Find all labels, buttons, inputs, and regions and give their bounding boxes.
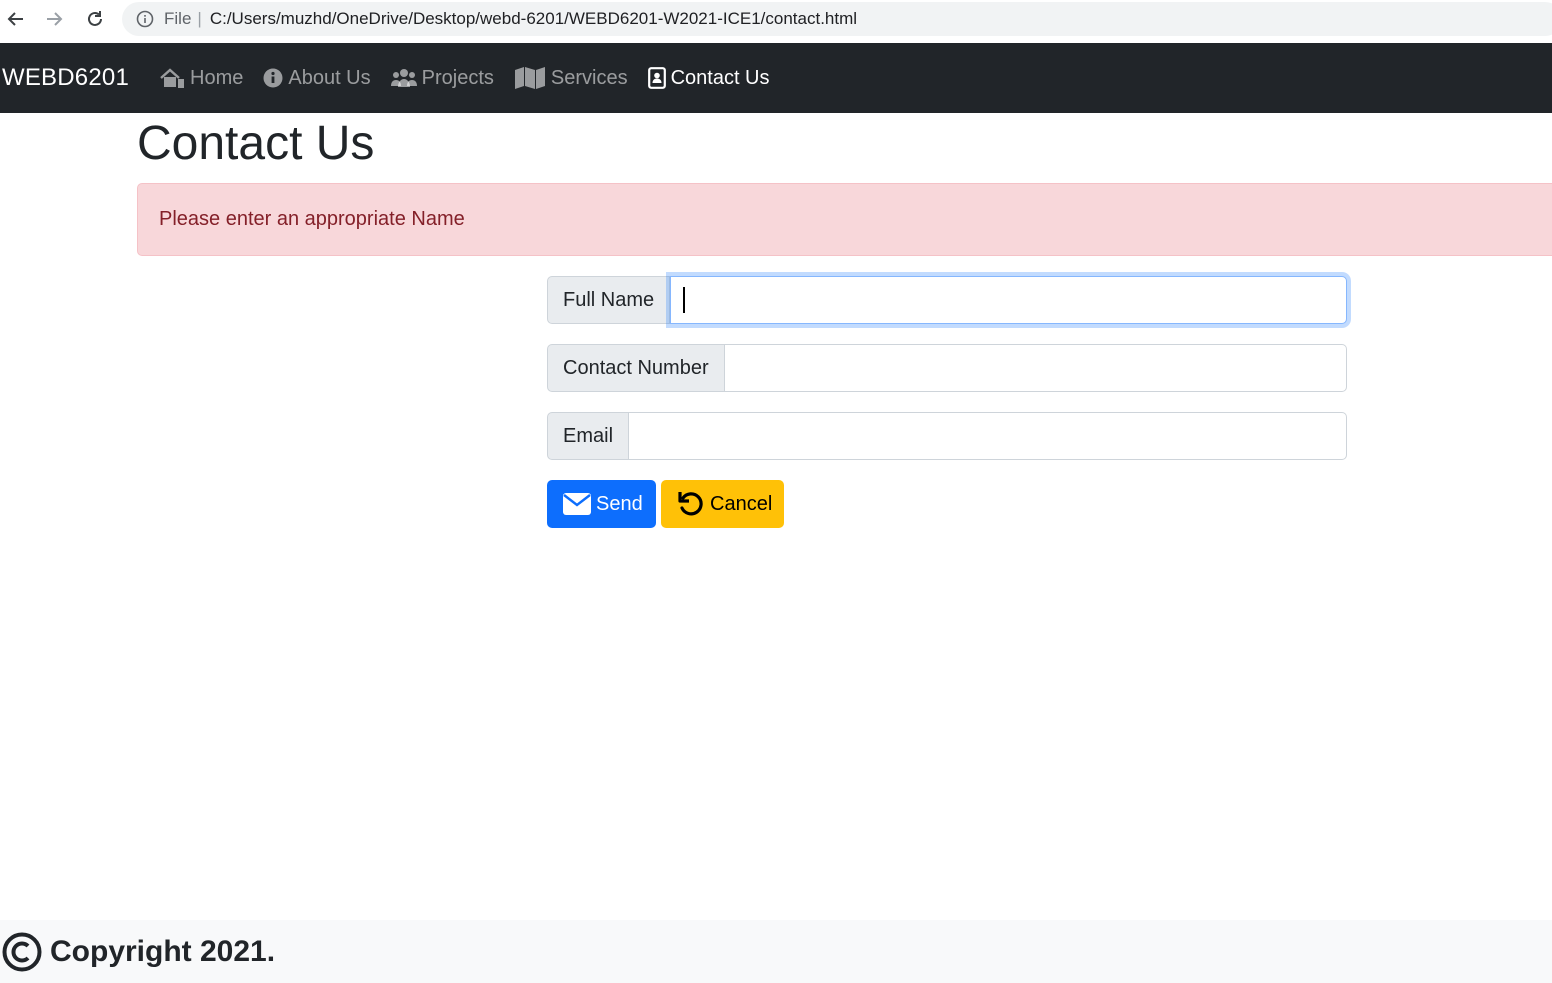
envelope-icon <box>563 493 591 515</box>
nav-link-label: Projects <box>421 66 494 89</box>
arrow-left-icon <box>7 12 23 26</box>
navbar-brand[interactable]: WEBD6201 <box>2 64 129 92</box>
forward-button[interactable] <box>34 0 74 38</box>
nav-link-about[interactable]: About Us <box>263 58 371 98</box>
reload-icon <box>88 11 102 26</box>
page-footer: Copyright 2021. <box>0 920 1552 983</box>
nav-links: Home About Us Projects Services Contact … <box>149 58 780 98</box>
undo-icon <box>677 490 705 518</box>
email-label: Email <box>547 412 630 460</box>
contact-number-group: Contact Number <box>547 344 1347 392</box>
map-icon <box>514 66 546 90</box>
error-alert: Please enter an appropriate Name <box>137 183 1552 256</box>
address-separator: | <box>197 9 202 28</box>
send-label: Send <box>596 492 643 515</box>
text-cursor <box>683 287 685 313</box>
users-cog-icon <box>390 68 417 88</box>
full-name-input[interactable] <box>670 276 1347 324</box>
nav-link-label: About Us <box>288 66 371 89</box>
nav-link-projects[interactable]: Projects <box>390 58 494 98</box>
form-buttons: Send Cancel <box>547 480 1347 528</box>
arrow-right-icon <box>47 12 63 26</box>
full-name-label: Full Name <box>547 276 671 324</box>
nav-link-contact[interactable]: Contact Us <box>647 58 770 98</box>
site-navbar: WEBD6201 Home About Us Projects Services <box>0 43 1552 113</box>
alert-message: Please enter an appropriate Name <box>159 208 465 230</box>
contact-book-icon <box>647 67 666 89</box>
copyright-icon <box>2 932 42 972</box>
send-button[interactable]: Send <box>547 480 656 528</box>
home-icon <box>159 67 185 89</box>
browser-toolbar: File | C:/Users/muzhd/OneDrive/Desktop/w… <box>0 0 1552 42</box>
cancel-label: Cancel <box>710 492 773 515</box>
page-title: Contact Us <box>137 117 375 170</box>
email-group: Email <box>547 412 1347 460</box>
reload-button[interactable] <box>75 0 115 38</box>
nav-link-services[interactable]: Services <box>514 58 628 98</box>
full-name-group: Full Name <box>547 276 1347 324</box>
nav-link-home[interactable]: Home <box>159 58 243 98</box>
email-input[interactable] <box>629 412 1347 460</box>
info-icon[interactable] <box>136 10 154 28</box>
back-button[interactable] <box>0 0 36 38</box>
address-bar[interactable]: File | C:/Users/muzhd/OneDrive/Desktop/w… <box>122 2 1552 36</box>
info-circle-icon <box>263 68 283 88</box>
nav-link-label: Contact Us <box>670 66 770 89</box>
url-text[interactable]: C:/Users/muzhd/OneDrive/Desktop/webd-620… <box>210 9 857 29</box>
nav-link-label: Services <box>550 66 628 89</box>
contact-number-label: Contact Number <box>547 344 725 392</box>
cancel-button[interactable]: Cancel <box>661 480 784 528</box>
copyright-text: Copyright 2021. <box>50 934 276 968</box>
contact-form: Full Name Contact Number Email Send Canc… <box>547 276 1347 528</box>
file-label: File <box>164 9 192 28</box>
nav-link-label: Home <box>190 66 244 89</box>
contact-number-input[interactable] <box>724 344 1347 392</box>
